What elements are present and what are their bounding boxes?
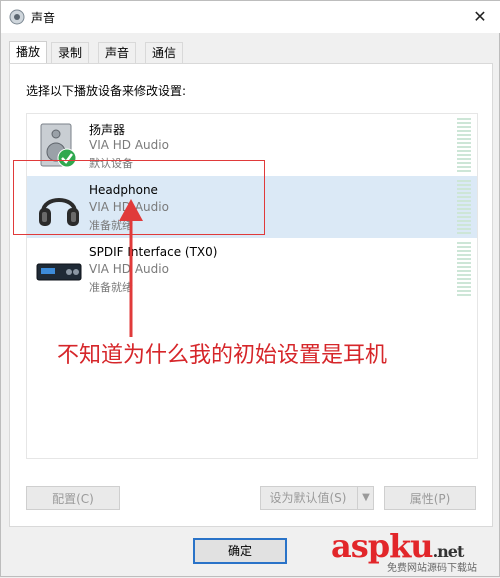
tab-bar: 播放 录制 声音 通信 xyxy=(9,41,493,64)
tab-communications[interactable]: 通信 xyxy=(145,42,184,63)
spdif-device-icon xyxy=(35,246,83,294)
tab-playback[interactable]: 播放 xyxy=(9,41,48,64)
sound-app-icon xyxy=(9,9,25,25)
window-title: 声音 xyxy=(31,11,56,25)
site-watermark: aspku.net 免费网站源码下载站 xyxy=(331,527,500,578)
volume-level-meter xyxy=(457,118,471,174)
configure-button[interactable]: 配置(C) xyxy=(26,486,120,510)
device-item-spdif[interactable]: SPDIF Interface (TX0) VIA HD Audio 准备就绪 xyxy=(27,238,477,300)
annotation-arrow-icon xyxy=(119,199,143,337)
chevron-down-icon[interactable]: ▼ xyxy=(357,487,374,509)
instruction-text: 选择以下播放设备来修改设置: xyxy=(26,84,187,98)
tab-sounds[interactable]: 声音 xyxy=(98,42,137,63)
sound-dialog: 声音 ✕ 播放 录制 声音 通信 选择以下播放设备来修改设置: 扬声器 VIA … xyxy=(0,0,500,577)
volume-level-meter xyxy=(457,242,471,298)
properties-button[interactable]: 属性(P) xyxy=(384,486,476,510)
set-default-button[interactable]: 设为默认值(S) ▼ xyxy=(260,486,374,510)
close-icon: ✕ xyxy=(473,7,487,26)
title-bar: 声音 ✕ xyxy=(1,1,500,33)
set-default-label: 设为默认值(S) xyxy=(269,491,347,505)
close-button[interactable]: ✕ xyxy=(467,5,493,29)
device-driver: VIA HD Audio xyxy=(89,138,169,152)
tab-recording[interactable]: 录制 xyxy=(51,42,90,63)
ok-button[interactable]: 确定 xyxy=(193,538,287,564)
volume-level-meter xyxy=(457,180,471,236)
watermark-subtitle: 免费网站源码下载站 xyxy=(387,563,477,574)
playback-panel: 选择以下播放设备来修改设置: 扬声器 VIA HD Audio 默认设备 Hea… xyxy=(9,63,493,527)
annotation-text: 不知道为什么我的初始设置是耳机 xyxy=(57,343,388,368)
device-name: 扬声器 xyxy=(89,123,126,137)
device-name: SPDIF Interface (TX0) xyxy=(89,245,218,259)
